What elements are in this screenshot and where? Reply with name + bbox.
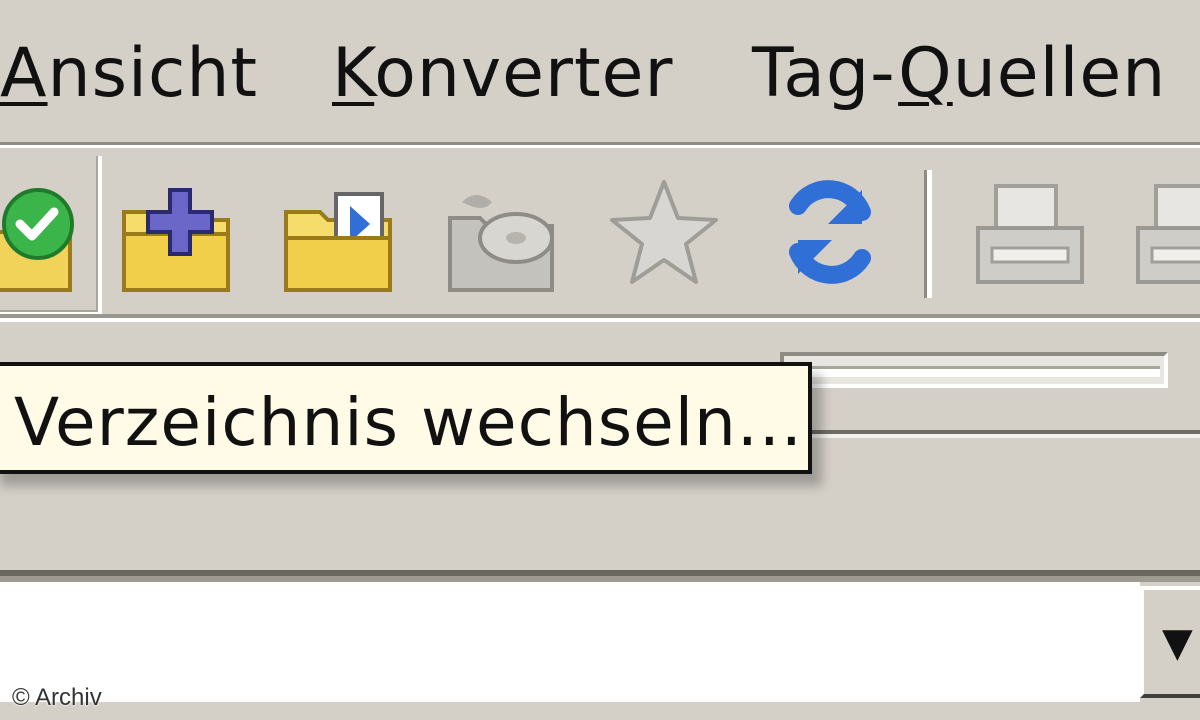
menu-konverter-label: onverter <box>374 34 674 113</box>
folder-add-icon <box>122 188 230 292</box>
dropdown-button[interactable]: ▼ <box>1140 586 1200 698</box>
tooltip-text: Verzeichnis wechseln... <box>14 384 803 461</box>
input-top-border <box>0 570 1200 582</box>
menu-bar: Ansicht Konverter Tag-Quellen <box>0 0 1200 142</box>
folder-check-icon <box>0 188 74 292</box>
print-button[interactable] <box>970 172 1090 292</box>
toolbar <box>0 150 1200 320</box>
slider-track[interactable] <box>780 352 1168 388</box>
menu-tag-quellen-label: uellen <box>952 34 1167 113</box>
menu-separator <box>0 142 1200 148</box>
refresh-button[interactable] <box>770 172 890 292</box>
printer-2-icon <box>1136 184 1200 284</box>
slider-inner <box>788 366 1160 377</box>
menu-tag-quellen-prefix: Tag- <box>752 34 899 113</box>
menu-tag-quellen[interactable]: Tag-Quellen <box>752 34 1166 114</box>
star-button[interactable] <box>604 172 724 292</box>
folder-cd-icon <box>448 195 554 292</box>
path-input[interactable] <box>0 582 1140 702</box>
folder-cd-button[interactable] <box>442 172 562 292</box>
menu-konverter-mnemonic: K <box>332 34 375 113</box>
folder-open-button[interactable] <box>280 172 400 292</box>
band-divider-line <box>780 430 1200 438</box>
folder-add-button[interactable] <box>118 172 238 292</box>
chevron-down-icon: ▼ <box>1162 620 1193 666</box>
tooltip: Verzeichnis wechseln... <box>0 362 812 474</box>
menu-ansicht[interactable]: Ansicht <box>0 34 258 114</box>
toolbar-divider <box>924 170 932 298</box>
printer-icon <box>976 184 1084 284</box>
menu-konverter[interactable]: Konverter <box>332 34 673 114</box>
folder-check-button[interactable] <box>0 172 80 292</box>
menu-ansicht-label: nsicht <box>47 34 259 113</box>
menu-ansicht-mnemonic: A <box>0 34 48 113</box>
image-credit: © Archiv <box>12 684 102 711</box>
refresh-icon <box>789 180 871 284</box>
toolbar-bottom-edge <box>0 314 1200 322</box>
folder-open-icon <box>284 192 392 292</box>
menu-tag-quellen-mnemonic: Q <box>898 34 953 113</box>
bottom-strip <box>0 702 1200 720</box>
print-preview-button[interactable] <box>1130 172 1200 292</box>
star-icon <box>610 180 718 284</box>
